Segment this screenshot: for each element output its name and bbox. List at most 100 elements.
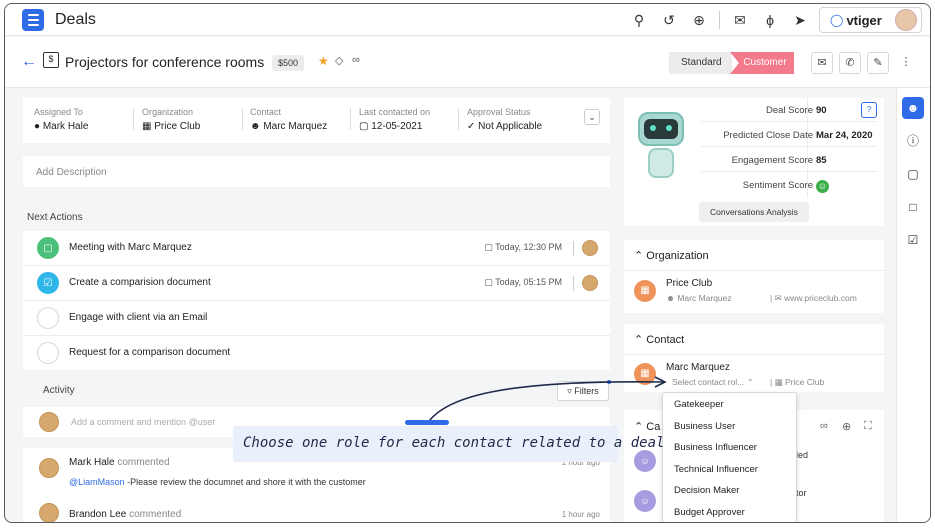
avatar[interactable] xyxy=(582,240,598,256)
search-icon[interactable]: ⚲ xyxy=(629,10,649,30)
app-frame: Deals ⚲ ↺ ⊕ ✉ ϕ ➤ ◯ vtiger ← $ Projector… xyxy=(4,3,931,523)
summary-card: Assigned To ● Mark Hale Organization ▦ P… xyxy=(23,98,610,143)
back-arrow-icon[interactable]: ← xyxy=(21,53,37,71)
email-button[interactable]: ✉ xyxy=(811,52,833,74)
brand-switcher[interactable]: ◯ vtiger xyxy=(819,7,922,33)
callout-indicator xyxy=(405,420,449,425)
status-icon: ✓ xyxy=(467,121,479,132)
brand-name: vtiger xyxy=(846,12,882,28)
globe-icon: ✉ xyxy=(774,293,785,303)
record-title: Projectors for conference rooms xyxy=(65,54,265,70)
checkbox-icon: ☑ xyxy=(37,272,59,294)
list-item[interactable]: Request for a comparison document xyxy=(23,336,610,371)
feed-author: Brandon Lee commented xyxy=(69,509,182,520)
close-date-row: Predicted Close Date Mar 24, 2020 xyxy=(701,123,877,147)
next-actions-list: ▢ Meeting with Marc Marquez ▢ Today, 12:… xyxy=(23,231,610,370)
approval-status-field[interactable]: Approval Status ✓ Not Applicable xyxy=(467,107,542,132)
engagement-score-row: Engagement Score 85 xyxy=(701,148,877,172)
calendar-icon: ▢ xyxy=(484,277,496,287)
edit-button[interactable]: ✎ xyxy=(867,52,889,74)
role-option[interactable]: Decision Maker xyxy=(674,485,739,496)
top-icons: ⚲ ↺ ⊕ ✉ ϕ ➤ xyxy=(629,10,810,30)
list-item[interactable]: Engage with client via an Email xyxy=(23,301,610,336)
avatar[interactable] xyxy=(582,275,598,291)
smiley-icon: ☺ xyxy=(816,180,829,193)
type-customer[interactable]: Customer xyxy=(730,52,794,74)
chevron-down-icon[interactable]: ⌄ xyxy=(584,109,600,125)
building-icon: ▦ xyxy=(774,377,785,387)
building-icon: ▦ xyxy=(634,280,656,302)
organization-field[interactable]: Organization ▦ Price Club xyxy=(142,107,200,132)
lightning-icon[interactable]: ϕ xyxy=(760,10,780,30)
role-option[interactable]: Gatekeeper xyxy=(674,399,724,410)
list-item[interactable]: ▢ Meeting with Marc Marquez ▢ Today, 12:… xyxy=(23,231,610,266)
person-icon: ☻ xyxy=(666,293,678,303)
type-standard[interactable]: Standard xyxy=(669,52,732,74)
rocket-icon[interactable]: ➤ xyxy=(790,10,810,30)
checklist-icon[interactable]: ☑ xyxy=(902,229,924,251)
expand-icon[interactable]: ⛶ xyxy=(864,420,872,433)
deal-icon: $ xyxy=(43,52,59,68)
app-title: Deals xyxy=(55,11,96,28)
avatar xyxy=(39,458,59,478)
callout-arrow-icon xyxy=(426,376,667,425)
last-contacted-field[interactable]: Last contacted on ▢ 12-05-2021 xyxy=(359,107,430,132)
building-icon: ▦ xyxy=(142,121,155,132)
conversations-analysis-button[interactable]: Conversations Analysis xyxy=(699,202,809,222)
top-bar: Deals ⚲ ↺ ⊕ ✉ ϕ ➤ ◯ vtiger xyxy=(5,4,930,36)
role-option[interactable]: Business User xyxy=(674,421,735,432)
history-icon[interactable]: ↺ xyxy=(659,10,679,30)
callout-text: Choose one role for each contact related… xyxy=(243,435,665,451)
case-icon: ☺ xyxy=(634,450,656,472)
info-icon[interactable]: ⓘ xyxy=(902,130,924,152)
role-option[interactable]: Budget Approver xyxy=(674,507,745,518)
role-select[interactable]: Select contact rol... ⌃ xyxy=(672,377,754,388)
feed-author: Mark Hale commented xyxy=(69,457,170,468)
tutorial-callout: Choose one role for each contact related… xyxy=(233,426,664,462)
calendar-icon: ▢ xyxy=(484,242,496,252)
vtiger-logo-icon: ◯ xyxy=(830,13,844,27)
chevron-up-icon: ⌃ xyxy=(634,250,647,262)
user-avatar[interactable] xyxy=(895,9,917,31)
chevron-up-icon: ⌃ xyxy=(746,377,754,387)
calendar-icon[interactable]: ▢ xyxy=(902,163,924,185)
description-field[interactable]: Add Description xyxy=(23,156,610,187)
case-icon: ☺ xyxy=(634,490,656,512)
link-icon[interactable]: ∞ xyxy=(820,420,828,432)
avatar-icon: ● xyxy=(34,121,43,132)
more-options-icon[interactable]: ⋮ xyxy=(895,52,917,74)
role-option[interactable]: Technical Influencer xyxy=(674,464,758,475)
contact-field[interactable]: Contact ☻ Marc Marquez xyxy=(250,107,327,132)
feed-message: @LiamMason -Please review the documnet a… xyxy=(69,477,366,487)
calendar-icon: ▢ xyxy=(359,121,372,132)
link-icon[interactable]: ∞ xyxy=(352,54,360,66)
people-icon[interactable]: ☻ xyxy=(902,97,924,119)
activity-title: Activity xyxy=(43,385,75,396)
sentiment-score-row: Sentiment Score ☺ xyxy=(742,180,829,193)
tag-icon[interactable]: ◇ xyxy=(335,54,343,67)
record-header: ← $ Projectors for conference rooms $500… xyxy=(5,37,930,88)
contact-role-dropdown: Gatekeeper Business User Business Influe… xyxy=(662,392,797,522)
help-icon[interactable]: ? xyxy=(861,102,877,118)
org-name[interactable]: Price Club xyxy=(666,278,712,289)
phone-button[interactable]: ✆ xyxy=(839,52,861,74)
next-actions-title: Next Actions xyxy=(27,212,83,223)
divider xyxy=(719,11,720,29)
inbox-icon[interactable]: ✉ xyxy=(730,10,750,30)
right-rail: ☻ ⓘ ▢ □ ☑ xyxy=(896,88,930,522)
robot-icon xyxy=(634,108,690,180)
add-icon[interactable]: ⊕ xyxy=(842,420,851,433)
menu-icon[interactable] xyxy=(22,9,44,31)
document-icon[interactable]: □ xyxy=(902,196,924,218)
add-icon[interactable]: ⊕ xyxy=(689,10,709,30)
list-item[interactable]: ☑ Create a comparision document ▢ Today,… xyxy=(23,266,610,301)
empty-circle-icon xyxy=(37,342,59,364)
avatar xyxy=(39,503,59,522)
assigned-to-field[interactable]: Assigned To ● Mark Hale xyxy=(34,107,88,132)
description-placeholder: Add Description xyxy=(36,167,107,178)
person-icon: ☻ xyxy=(250,121,264,132)
contact-name[interactable]: Marc Marquez xyxy=(666,362,730,373)
role-option[interactable]: Business Influencer xyxy=(674,442,757,453)
empty-circle-icon xyxy=(37,307,59,329)
star-icon[interactable]: ★ xyxy=(318,54,329,68)
